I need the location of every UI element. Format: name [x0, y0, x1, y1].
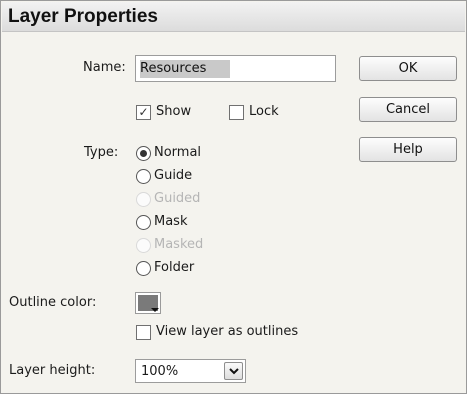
radio-normal-label: Normal	[154, 145, 202, 160]
name-input[interactable]	[136, 56, 335, 81]
radio-masked	[136, 238, 151, 253]
show-checkbox[interactable]: ✓	[136, 105, 151, 120]
layer-height-value: 100%	[141, 364, 179, 379]
dialog-title: Layer Properties	[8, 6, 158, 27]
layer-properties-dialog: Layer Properties Name: OK Cancel Help ✓ …	[0, 0, 467, 394]
lock-checkbox[interactable]	[229, 105, 244, 120]
layer-height-select[interactable]: 100%	[135, 359, 246, 383]
view-as-outlines-checkbox[interactable]	[136, 325, 151, 340]
cancel-button[interactable]: Cancel	[359, 97, 457, 122]
radio-guided	[136, 192, 151, 207]
outline-color-label: Outline color:	[9, 295, 97, 310]
radio-guide-label: Guide	[154, 168, 193, 183]
show-label: Show	[156, 104, 192, 119]
outline-color-swatch[interactable]	[135, 292, 161, 314]
radio-masked-label: Masked	[154, 237, 204, 252]
view-as-outlines-label: View layer as outlines	[156, 324, 299, 339]
radio-mask[interactable]	[136, 215, 151, 230]
layer-height-dropdown-button[interactable]	[224, 362, 243, 380]
lock-label: Lock	[249, 104, 279, 119]
radio-selected-dot	[140, 150, 147, 157]
title-bar[interactable]: Layer Properties	[2, 2, 465, 32]
checkmark-icon: ✓	[138, 105, 149, 119]
name-label: Name:	[83, 60, 126, 75]
chevron-down-icon	[229, 368, 239, 375]
dropdown-arrow-icon	[151, 308, 159, 312]
help-button[interactable]: Help	[359, 137, 457, 162]
radio-folder-label: Folder	[154, 260, 195, 275]
ok-button[interactable]: OK	[359, 56, 457, 81]
radio-guide[interactable]	[136, 169, 151, 184]
layer-height-label: Layer height:	[9, 363, 96, 378]
radio-normal[interactable]	[136, 146, 151, 161]
radio-guided-label: Guided	[154, 191, 201, 206]
radio-folder[interactable]	[136, 261, 151, 276]
name-field[interactable]	[135, 55, 336, 82]
type-label: Type:	[84, 145, 119, 160]
radio-mask-label: Mask	[154, 214, 188, 229]
